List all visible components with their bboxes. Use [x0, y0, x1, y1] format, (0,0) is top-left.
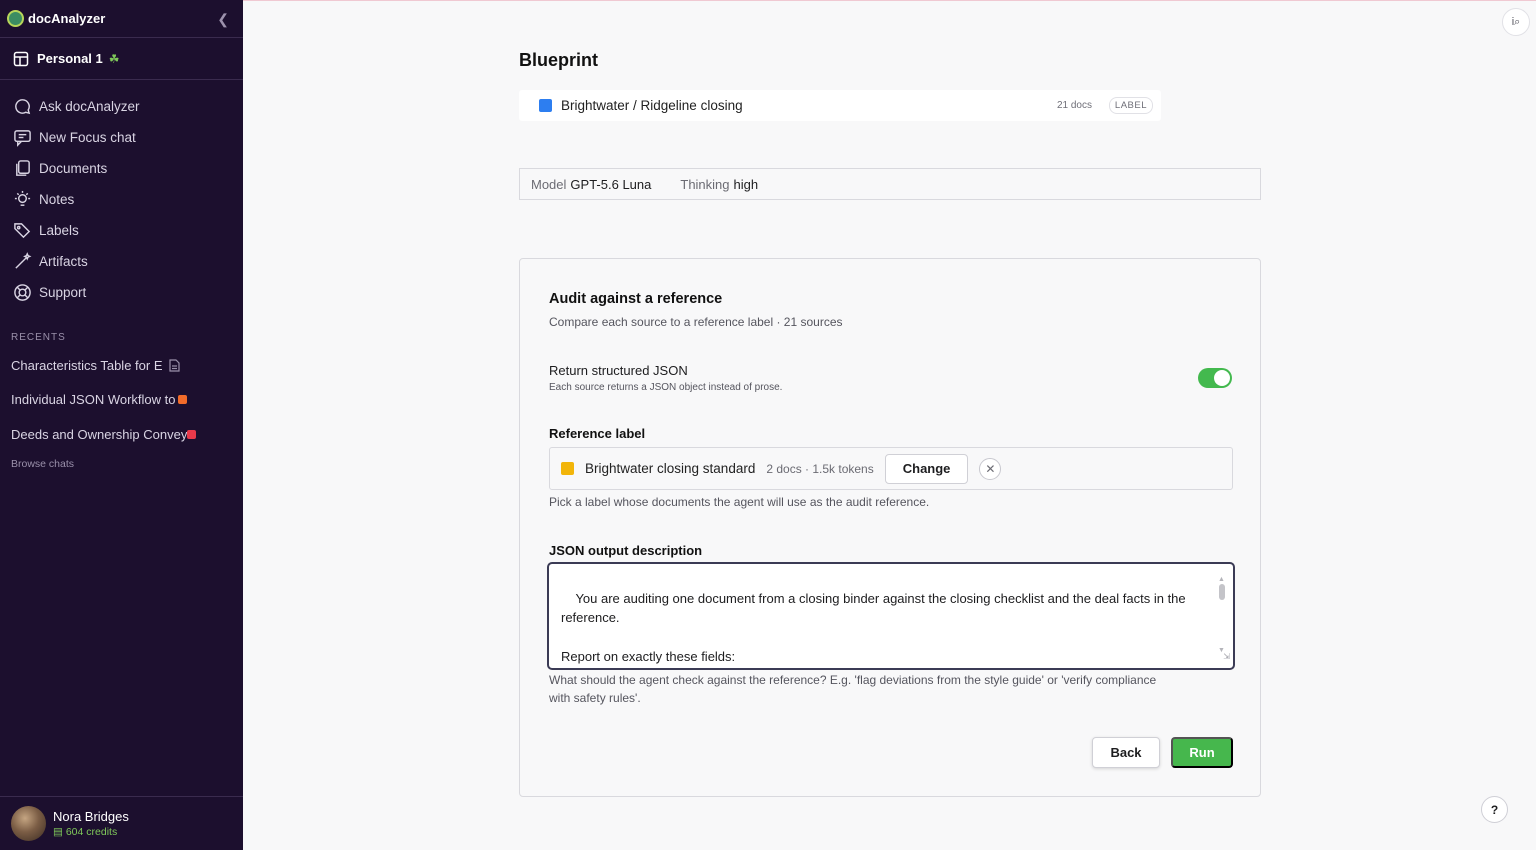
back-button[interactable]: Back	[1092, 737, 1160, 768]
info-label: i	[1511, 16, 1515, 28]
avatar	[11, 806, 46, 841]
recent-chat-item[interactable]: Characteristics Table for E	[11, 358, 180, 373]
nav-new-focus-chat[interactable]: New Focus chat	[0, 122, 243, 153]
chat-plus-icon	[14, 130, 31, 147]
nav-artifacts[interactable]: Artifacts	[0, 246, 243, 277]
blueprint-name: Brightwater / Ridgeline closing	[561, 98, 743, 113]
nav-label: Support	[39, 285, 87, 300]
nav-documents[interactable]: Documents	[0, 153, 243, 184]
close-icon[interactable]: ✕	[979, 457, 1002, 480]
json-output-help: What should the agent check against the …	[549, 673, 1157, 705]
card-subtitle: Compare each source to a reference label…	[549, 315, 843, 329]
workspace-name: Personal 1	[37, 51, 103, 66]
top-accent-line	[243, 0, 1536, 1]
main-nav: Ask docAnalyzer New Focus chat Documents…	[0, 91, 243, 308]
nav-label: Labels	[39, 223, 79, 238]
reference-label-meta: 2 docs · 1.5k tokens	[766, 461, 874, 476]
reference-label-field: Brightwater closing standard 2 docs · 1.…	[549, 447, 1233, 490]
lifebuoy-icon	[14, 284, 31, 301]
recent-chat-label: Individual JSON Workflow to	[11, 392, 176, 407]
change-reference-button[interactable]: Change	[884, 453, 969, 484]
tags-icon	[14, 223, 31, 239]
reference-label-heading: Reference label	[549, 426, 646, 441]
nav-support[interactable]: Support	[0, 277, 243, 308]
nav-label: Documents	[39, 161, 108, 176]
nav-labels[interactable]: Labels	[0, 215, 243, 246]
recent-chat-item[interactable]: Individual JSON Workflow to	[11, 392, 187, 407]
info-search-icon[interactable]: i ⌕	[1502, 8, 1530, 36]
nav-label: New Focus chat	[39, 130, 136, 145]
model-value: GPT-5.6 Luna	[570, 176, 652, 192]
nav-label: Notes	[39, 192, 75, 207]
magic-wand-icon	[15, 252, 32, 269]
sidebar: docAnalyzer ❮ Personal 1 ☘ Ask docAnalyz…	[0, 0, 243, 850]
credits-icon: ▤	[53, 826, 66, 838]
credits-balance: ▤ 604 credits	[53, 826, 129, 838]
structured-json-help: Each source returns a JSON object instea…	[549, 382, 783, 393]
label-color-marker	[539, 99, 552, 112]
blueprint-type-badge: LABEL	[1108, 97, 1153, 114]
app-logo-icon	[7, 10, 24, 27]
blueprint-selection[interactable]: Brightwater / Ridgeline closing 21 docs …	[519, 90, 1161, 121]
nav-label: Artifacts	[39, 254, 88, 269]
layout-grid-icon	[13, 51, 29, 66]
scrollbar-thumb[interactable]	[1219, 584, 1225, 600]
chat-bubble-icon	[15, 99, 31, 115]
recent-chat-label: Characteristics Table for E	[11, 358, 163, 373]
blueprint-doc-count: 21 docs	[1056, 100, 1092, 111]
thinking-key: Thinking	[680, 176, 730, 192]
json-output-text: You are auditing one document from a clo…	[561, 590, 1186, 665]
nav-notes[interactable]: Notes	[0, 184, 243, 215]
nav-label: Ask docAnalyzer	[39, 99, 140, 114]
credits-text: 604 credits	[65, 826, 118, 838]
recent-chat-item[interactable]: Deeds and Ownership Convey	[11, 427, 197, 442]
lightbulb-icon	[14, 190, 31, 206]
structured-json-toggle[interactable]	[1198, 368, 1232, 388]
recents-heading: RECENTS	[11, 332, 66, 343]
app-name: docAnalyzer	[28, 11, 106, 26]
document-icon	[168, 359, 180, 372]
documents-icon	[16, 160, 30, 176]
json-output-heading: JSON output description	[549, 543, 703, 558]
recent-chat-label: Deeds and Ownership Convey	[11, 427, 188, 442]
resize-handle-icon[interactable]: ⇲	[1223, 647, 1230, 667]
workspace-selector[interactable]: Personal 1 ☘	[0, 38, 243, 80]
toggle-knob	[1214, 370, 1230, 386]
structured-json-label: Return structured JSON	[549, 363, 688, 378]
json-output-textarea[interactable]: You are auditing one document from a clo…	[547, 562, 1235, 670]
user-name: Nora Bridges	[53, 809, 129, 824]
label-color-marker	[561, 462, 574, 475]
run-button[interactable]: Run	[1171, 737, 1233, 768]
label-color-marker	[187, 430, 197, 439]
page-title: Blueprint	[519, 50, 598, 70]
model-key: Model	[531, 176, 567, 192]
card-title: Audit against a reference	[549, 291, 723, 307]
audit-card: Audit against a reference Compare each s…	[519, 258, 1261, 797]
chevron-left-icon[interactable]: ❮	[217, 11, 229, 28]
reference-label-help: Pick a label whose documents the agent w…	[549, 495, 930, 509]
leaf-icon: ☘	[108, 51, 120, 66]
thinking-value: high	[733, 176, 759, 192]
user-profile[interactable]: Nora Bridges ▤ 604 credits	[0, 796, 243, 850]
model-settings[interactable]: Model GPT-5.6 Luna Thinking high	[519, 168, 1261, 200]
brand-header: docAnalyzer ❮	[0, 0, 243, 38]
label-color-marker	[177, 395, 187, 404]
reference-label-name: Brightwater closing standard	[585, 461, 756, 476]
nav-ask-docanalyzer[interactable]: Ask docAnalyzer	[0, 91, 243, 122]
browse-chats-link[interactable]: Browse chats	[11, 458, 74, 470]
help-button[interactable]: ?	[1481, 796, 1508, 823]
